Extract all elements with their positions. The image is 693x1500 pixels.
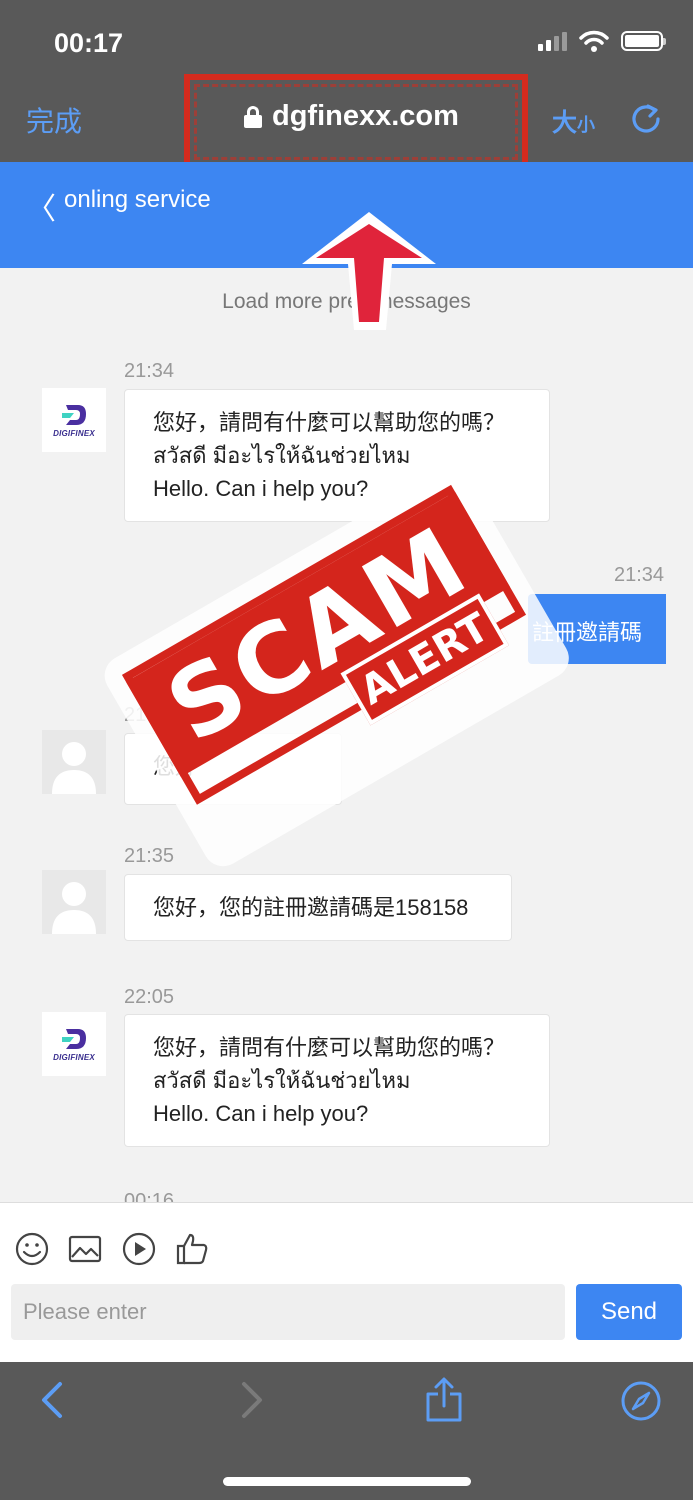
message-time: 21:34	[124, 360, 175, 382]
text-size-button[interactable]: 大小	[552, 103, 595, 139]
chat-back-chevron-icon[interactable]: 〈	[26, 184, 56, 228]
back-icon[interactable]	[38, 1380, 66, 1420]
cellular-signal-icon	[538, 31, 567, 51]
digifinex-logo-icon	[62, 404, 86, 425]
red-up-arrow-icon	[302, 212, 436, 330]
lock-icon	[244, 105, 262, 128]
scam-alert-stamp: SCAM ALERT	[97, 460, 577, 874]
message-time-partial: 00:16	[124, 1190, 175, 1202]
message-bubble: 您好，請問有什麼可以幫助您的嗎？ สวัสดี มีอะไรให้ฉันช่วย…	[124, 1014, 550, 1147]
agent-avatar	[42, 870, 106, 934]
message-time: 21:35	[124, 845, 175, 867]
forward-icon[interactable]	[238, 1380, 266, 1420]
address-bar[interactable]: dgfinexx.com	[244, 100, 459, 133]
message-bubble: 您好，您的註冊邀請碼是158158	[124, 874, 512, 941]
url-text: dgfinexx.com	[272, 100, 459, 132]
message-bubble: 您好，請問有什麼可以幫助您的嗎？ สวัสดี มีอะไรให้ฉันช่วย…	[124, 389, 550, 522]
wifi-icon	[579, 30, 609, 52]
person-icon	[52, 882, 96, 934]
person-icon	[52, 742, 96, 794]
status-icons	[538, 30, 666, 52]
thumbs-up-icon[interactable]	[174, 1231, 210, 1267]
digifinex-logo-icon	[62, 1028, 86, 1049]
digifinex-logo-text: DIGIFINEX	[53, 428, 95, 438]
home-indicator	[223, 1477, 471, 1486]
image-icon[interactable]	[67, 1231, 103, 1267]
agent-avatar	[42, 730, 106, 794]
digifinex-avatar: DIGIFINEX	[42, 388, 106, 452]
composer: Send	[0, 1202, 693, 1362]
browser-top-bar: 00:17 完成 dgfinexx.com 大小	[0, 0, 693, 170]
message-time: 22:05	[124, 986, 175, 1008]
reload-icon[interactable]	[628, 100, 664, 136]
digifinex-avatar: DIGIFINEX	[42, 1012, 106, 1076]
done-button[interactable]: 完成	[26, 100, 82, 140]
video-icon[interactable]	[121, 1231, 157, 1267]
battery-icon	[621, 31, 666, 51]
send-button[interactable]: Send	[576, 1284, 682, 1340]
digifinex-logo-text: DIGIFINEX	[53, 1052, 95, 1062]
emoji-icon[interactable]	[14, 1231, 50, 1267]
compass-icon[interactable]	[620, 1380, 662, 1422]
status-time: 00:17	[54, 28, 124, 58]
share-icon[interactable]	[424, 1376, 464, 1424]
message-input[interactable]	[11, 1284, 565, 1340]
chat-title: onling service	[64, 186, 211, 213]
message-time: 21:34	[614, 564, 665, 586]
